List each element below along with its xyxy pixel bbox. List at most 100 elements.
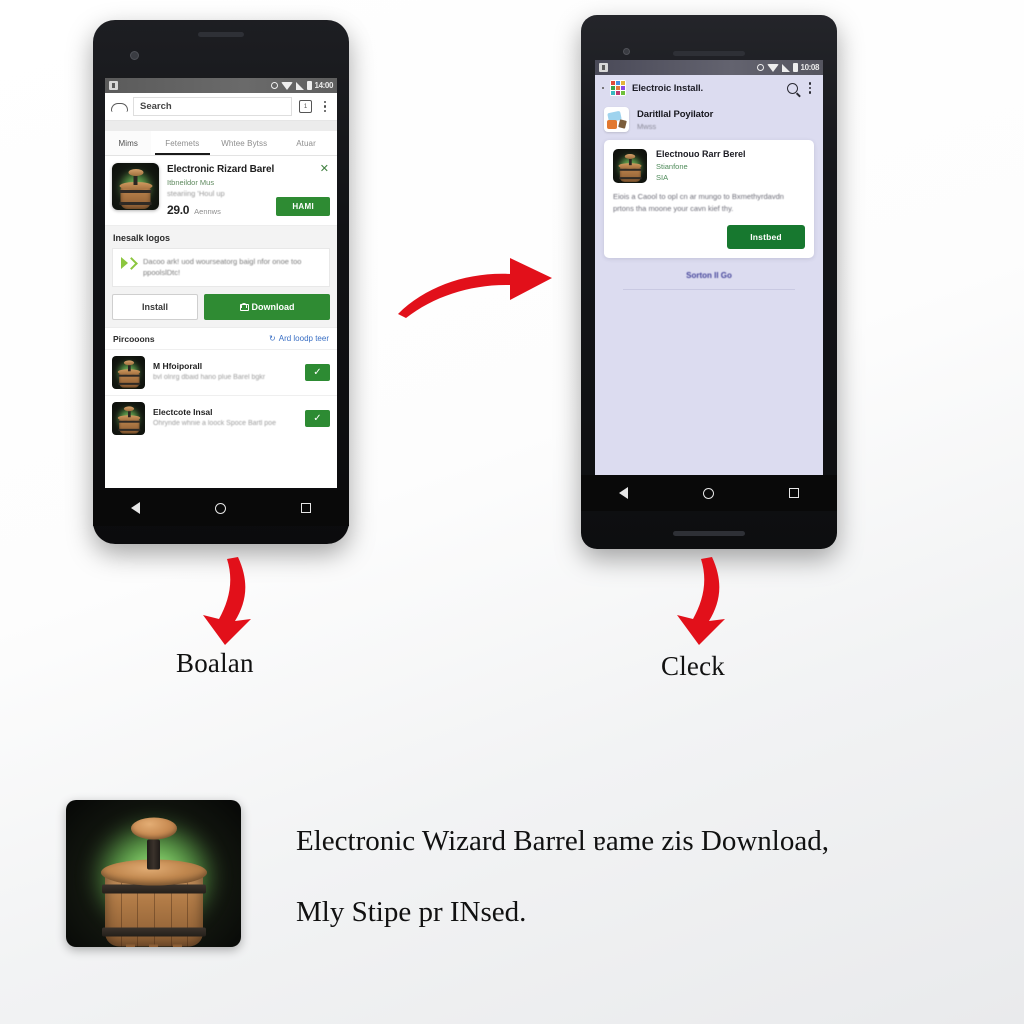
refresh-link[interactable]: ↻ Ard loodp teer <box>269 334 329 343</box>
search-input[interactable]: Search <box>133 97 292 116</box>
install-notice-text: Dacoo ark! uod wourseatorg baigl nfor on… <box>143 257 302 278</box>
phone1-status-bar: 14:00 <box>105 78 337 93</box>
phone-device-1: 14:00 Search 1 Mims Fetemets Whtee Bytss… <box>93 20 349 544</box>
divider <box>105 121 337 131</box>
phone2-title: Electroic Install. <box>632 82 704 94</box>
install-section-heading: Inesalk logos <box>105 226 337 248</box>
footer-caption-line-2: Mly Stipe pr INsed. <box>296 896 527 929</box>
phone2-status-bar: 10:08 <box>595 60 823 75</box>
search-icon[interactable] <box>787 82 798 94</box>
footer-caption-line-1: Electronic Wizard Barrel ɐame zis Downlo… <box>296 825 829 857</box>
featured-app-row[interactable]: Electronic Rizard Barel Itbneildor Mus s… <box>105 156 337 226</box>
front-camera-icon <box>130 51 139 60</box>
step1-arrow-icon <box>203 557 251 645</box>
wifi-icon <box>280 81 293 90</box>
transition-arrow-icon <box>398 258 552 318</box>
bullet-dot-icon <box>602 87 604 89</box>
phone2-subheader-caption: Mwss <box>637 121 657 131</box>
phone-device-2: 10:08 Electroic Install. Daritllal Poyil… <box>581 15 837 549</box>
list-item[interactable]: M Hfoiporall bvl olnrg dbaid hano plue B… <box>105 348 337 395</box>
phone1-nav-bar <box>93 490 349 526</box>
status-clock: 14:00 <box>314 81 334 90</box>
phone1-tabs: Mims Fetemets Whtee Bytss Atuar <box>105 131 337 156</box>
barrel-app-icon <box>613 149 647 183</box>
status-clock: 10:08 <box>800 63 820 72</box>
list-item-subtitle: Ohrynde whnie a loock Spoce Bartl poe <box>153 419 276 427</box>
footer-caption: Electronic Wizard Barrel ɐame zis Downlo… <box>296 806 986 948</box>
phone1-search-bar: Search 1 <box>105 93 337 121</box>
home-circle-icon[interactable] <box>214 502 226 514</box>
list-item-title: M Hfoiporall <box>153 360 203 371</box>
barrel-app-icon <box>112 355 145 389</box>
earpiece-speaker <box>198 32 244 37</box>
check-icon[interactable]: ✓ <box>305 363 330 381</box>
step2-arrow-icon <box>677 557 725 645</box>
tab-count-icon[interactable]: 1 <box>299 100 312 113</box>
bottom-speaker <box>673 531 745 536</box>
install-confirm-button[interactable]: Instbed <box>727 224 805 249</box>
refresh-icon: ↻ <box>269 334 276 343</box>
install-dialog-body: Eiois a Caool to opl cn ar mungo to Bxme… <box>613 192 784 214</box>
tab-fetemets[interactable]: Fetemets <box>151 131 213 155</box>
featured-app-subtitle: Itbneildor Mus <box>167 178 215 187</box>
apps-grid-icon <box>610 80 626 96</box>
wifi-icon <box>766 63 779 72</box>
featured-app-rating-label: Aennws <box>194 207 221 216</box>
home-circle-icon[interactable] <box>702 487 714 499</box>
barrel-app-icon <box>112 401 145 435</box>
lock-icon <box>239 302 249 311</box>
install-app-title: Electnouo Rarr Berel <box>656 149 746 159</box>
refresh-link-label: Ard loodp teer <box>278 334 329 343</box>
earpiece-speaker <box>673 51 745 56</box>
recents-icon[interactable] <box>789 488 800 498</box>
phone2-screen: 10:08 Electroic Install. Daritllal Poyil… <box>595 60 823 475</box>
install-button[interactable]: Install <box>112 293 198 320</box>
download-button[interactable]: Download <box>204 293 330 320</box>
list-item-title: Electcote Insal <box>153 406 213 417</box>
sim-card-icon <box>599 63 608 72</box>
install-arrow-icon <box>121 256 136 271</box>
install-dialog-card: Electnouo Rarr Berel Stianfone SIA Eiois… <box>604 140 814 258</box>
check-icon[interactable]: ✓ <box>305 409 330 427</box>
back-icon[interactable] <box>618 487 628 499</box>
overflow-menu-icon[interactable] <box>319 100 331 113</box>
featured-app-action-button[interactable]: HAMI <box>276 197 330 216</box>
phone2-nav-bar <box>581 475 837 511</box>
list-item[interactable]: Electcote Insal Ohrynde whnie a loock Sp… <box>105 394 337 441</box>
recents-icon[interactable] <box>301 503 312 513</box>
tab-whtee-bytss[interactable]: Whtee Bytss <box>213 131 275 155</box>
install-app-version: SIA <box>656 173 669 182</box>
signal-icon <box>295 81 304 90</box>
tab-mims[interactable]: Mims <box>105 131 152 155</box>
back-icon[interactable] <box>130 502 140 514</box>
featured-app-rating: 29.0 <box>167 203 190 217</box>
overflow-menu-icon[interactable] <box>804 82 816 94</box>
signal-icon <box>781 63 790 72</box>
divider <box>623 288 795 290</box>
step1-label: Boalan <box>176 648 254 678</box>
install-app-developer: Stianfone <box>656 162 688 171</box>
step2-label: Cleck <box>661 651 725 681</box>
tab-atuar[interactable]: Atuar <box>275 131 337 155</box>
phone2-footer-link[interactable]: Sorton Il Go <box>595 271 823 280</box>
phone2-subheader-title: Daritllal Poyilator <box>637 108 714 120</box>
download-button-label: Download <box>251 301 295 312</box>
barrel-hero-icon <box>66 800 241 947</box>
location-icon <box>756 64 764 71</box>
location-icon <box>270 82 278 89</box>
barrel-app-icon <box>112 163 159 210</box>
battery-icon <box>306 81 312 90</box>
recommend-heading: Pircooons <box>113 333 155 344</box>
phone2-subheader: Daritllal Poyilator Mwss <box>595 101 823 140</box>
featured-app-title: Electronic Rizard Barel <box>167 164 275 175</box>
front-camera-icon <box>623 48 630 55</box>
phone1-screen: 14:00 Search 1 Mims Fetemets Whtee Bytss… <box>105 78 337 488</box>
install-notice: Dacoo ark! uod wourseatorg baigl nfor on… <box>112 248 330 287</box>
phone2-app-bar: Electroic Install. <box>595 75 823 101</box>
battery-icon <box>792 63 798 72</box>
close-icon[interactable]: ✕ <box>320 164 329 175</box>
home-icon[interactable] <box>111 101 128 113</box>
sim-card-icon <box>109 81 118 90</box>
list-item-subtitle: bvl olnrg dbaid hano plue Barel bgkr <box>153 373 266 381</box>
package-installer-icon <box>604 107 629 132</box>
